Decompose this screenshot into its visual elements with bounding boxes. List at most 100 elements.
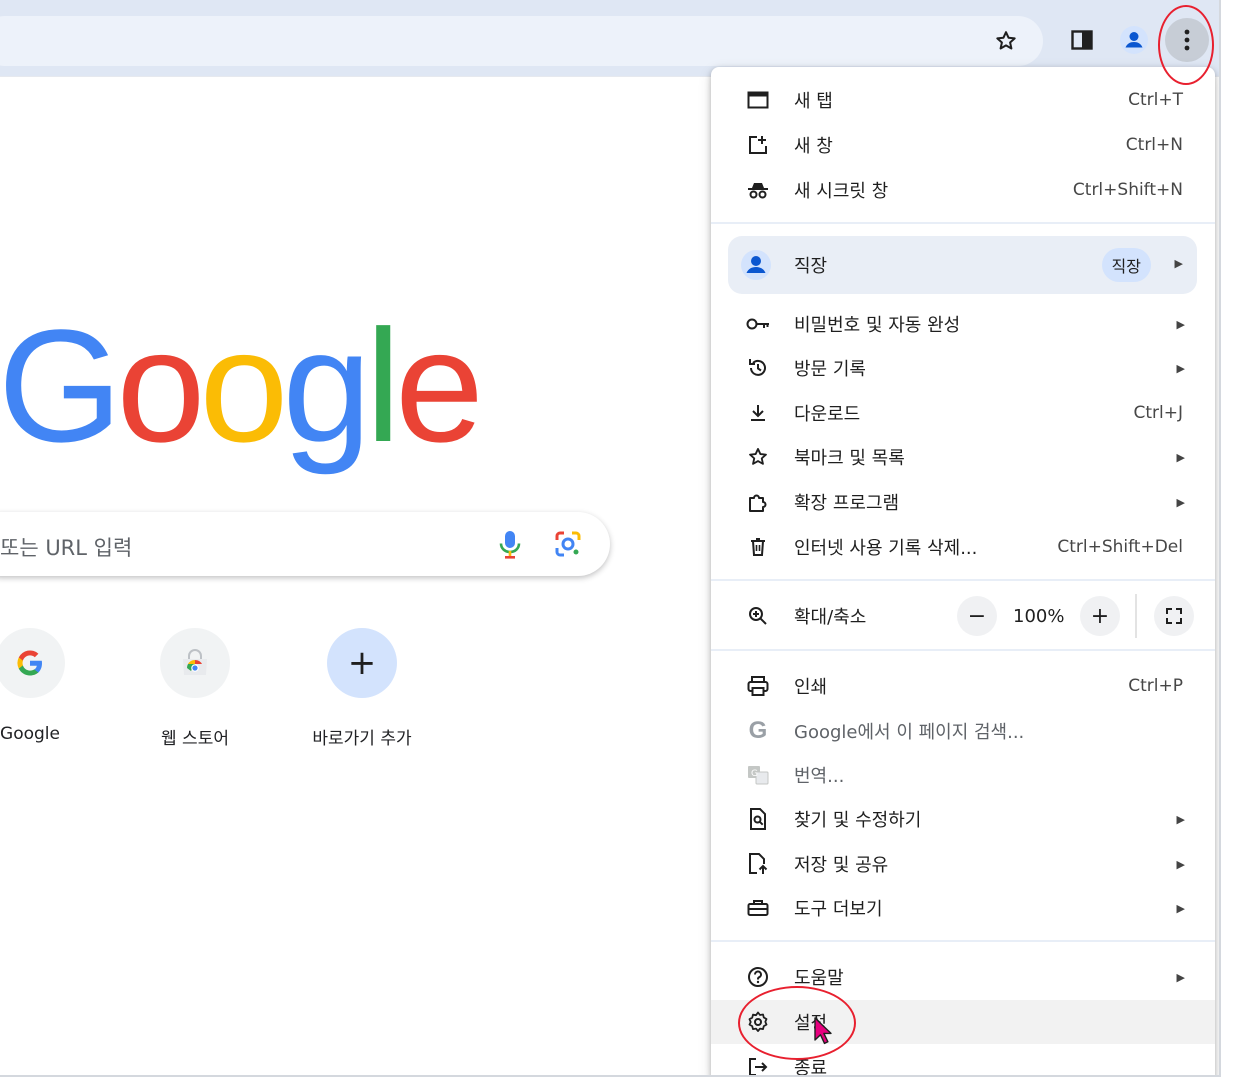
exit-icon [745,1054,771,1075]
chevron-right-icon: ▶ [1176,361,1185,375]
chevron-right-icon: ▶ [1176,495,1185,509]
menu-label: 찾기 및 수정하기 [794,810,922,831]
menu-item-translate[interactable]: G 번역... [711,753,1215,797]
key-icon [745,311,771,337]
menu-item-find-edit[interactable]: 찾기 및 수정하기 ▶ [711,797,1215,841]
menu-label: 번역... [794,766,845,787]
menu-label: 북마크 및 목록 [794,448,905,469]
menu-shortcut: Ctrl+Shift+N [1072,180,1183,200]
profile-avatar[interactable] [1114,20,1154,60]
plus-icon: + [327,628,397,698]
annotation-circle-settings [738,986,856,1060]
toolbox-icon [745,895,771,921]
chrome-main-menu: 새 탭 Ctrl+T 새 창 Ctrl+N 새 시크릿 창 Ctrl+Shift… [711,67,1215,1075]
new-window-icon [745,132,771,158]
new-tab-icon [745,87,771,113]
menu-label: 새 창 [794,136,833,157]
annotation-circle-menu [1158,5,1214,85]
zoom-divider [1135,594,1137,638]
menu-item-print[interactable]: 인쇄 Ctrl+P [711,664,1215,708]
menu-item-save-share[interactable]: 저장 및 공유 ▶ [711,842,1215,886]
menu-label: 다운로드 [794,404,861,425]
logo-letter: l [365,296,400,475]
address-bar[interactable] [0,16,1043,66]
menu-shortcut: Ctrl+T [1128,90,1183,110]
menu-label: 확대/축소 [794,607,867,628]
svg-text:G: G [751,769,758,779]
chevron-right-icon: ▶ [1176,317,1185,331]
mouse-cursor-icon [814,1017,832,1049]
shortcut-add[interactable]: + 바로가기 추가 [302,628,422,749]
menu-item-passwords[interactable]: 비밀번호 및 자동 완성 ▶ [711,302,1215,346]
menu-separator [711,940,1215,942]
incognito-icon [745,177,771,203]
shortcut-label: Google [0,724,60,744]
menu-item-incognito[interactable]: 새 시크릿 창 Ctrl+Shift+N [711,168,1215,212]
search-box[interactable]: 또는 URL 입력 [0,512,610,576]
menu-label: 저장 및 공유 [794,855,889,876]
menu-label: 새 시크릿 창 [794,181,889,202]
save-share-icon [745,851,771,877]
chevron-right-icon: ▶ [1176,450,1185,464]
chevron-right-icon: ▶ [1174,257,1183,270]
google-lens-icon[interactable] [554,530,582,562]
zoom-in-button[interactable]: + [1080,596,1120,636]
download-icon [745,400,771,426]
chevron-right-icon: ▶ [1176,812,1185,826]
menu-separator [711,579,1215,581]
find-in-page-icon [745,806,771,832]
shortcut-web-store[interactable]: 웹 스토어 [135,628,255,749]
menu-item-bookmarks[interactable]: 북마크 및 목록 ▶ [711,435,1215,479]
profile-name: 직장 [794,256,828,277]
google-g-icon: G [748,717,768,744]
chevron-right-icon: ▶ [1176,970,1185,984]
browser-window: Google 또는 URL 입력 Google 웹 스토어 + 바로가기 추가 … [0,0,1221,1077]
menu-item-downloads[interactable]: 다운로드 Ctrl+J [711,391,1215,435]
puzzle-icon [745,489,771,515]
zoom-out-button[interactable]: − [957,596,997,636]
zoom-level: 100% [1013,606,1065,627]
fullscreen-icon [1166,608,1182,624]
chevron-right-icon: ▶ [1176,901,1185,915]
zoom-in-icon [745,603,771,629]
menu-shortcut: Ctrl+P [1128,676,1183,696]
profile-chip: 직장 [1101,248,1151,282]
star-outline-icon [745,444,771,470]
history-icon [745,355,771,381]
fullscreen-button[interactable] [1154,596,1194,636]
menu-label: 도구 더보기 [794,899,883,920]
logo-letter: g [282,296,371,475]
star-outline-icon[interactable] [986,21,1026,61]
menu-item-new-window[interactable]: 새 창 Ctrl+N [711,123,1215,167]
menu-shortcut: Ctrl+J [1133,403,1183,423]
help-icon [745,964,771,990]
printer-icon [745,673,771,699]
menu-item-search-page[interactable]: G Google에서 이 페이지 검색... [711,709,1215,753]
search-placeholder: 또는 URL 입력 [0,536,133,560]
shortcut-google[interactable]: Google [0,628,90,744]
menu-shortcut: Ctrl+Shift+Del [1057,537,1183,557]
shortcut-label: 웹 스토어 [161,729,229,749]
microphone-icon[interactable] [498,530,522,564]
menu-separator [711,222,1215,224]
menu-label: 비밀번호 및 자동 완성 [794,315,961,336]
menu-item-more-tools[interactable]: 도구 더보기 ▶ [711,886,1215,930]
logo-letter: o [116,296,205,475]
google-logo: Google [0,296,484,475]
google-g-icon [0,628,65,698]
menu-item-clear-data[interactable]: 인터넷 사용 기록 삭제... Ctrl+Shift+Del [711,525,1215,569]
trash-icon [745,534,771,560]
menu-label: 방문 기록 [794,359,866,380]
side-panel-icon[interactable] [1062,20,1102,60]
menu-item-new-tab[interactable]: 새 탭 Ctrl+T [711,78,1215,122]
logo-letter: e [394,296,484,475]
menu-item-history[interactable]: 방문 기록 ▶ [711,346,1215,390]
person-icon [1120,26,1148,54]
menu-item-profile[interactable]: 직장 직장 ▶ [728,236,1197,294]
chevron-right-icon: ▶ [1176,857,1185,871]
logo-letter: o [199,296,288,475]
menu-separator [711,649,1215,651]
menu-label: 새 탭 [794,91,833,112]
menu-item-extensions[interactable]: 확장 프로그램 ▶ [711,480,1215,524]
menu-label: Google에서 이 페이지 검색... [794,722,1025,743]
